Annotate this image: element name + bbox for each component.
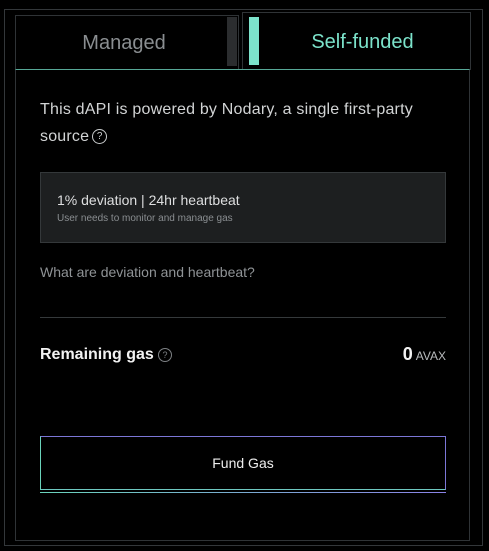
deviation-info-box: 1% deviation | 24hr heartbeat User needs…	[40, 172, 446, 243]
remaining-gas-value: 0 AVAX	[403, 344, 446, 365]
tab-managed[interactable]: Managed	[15, 15, 239, 69]
remaining-gas-label: Remaining gas	[40, 346, 154, 363]
deviation-heartbeat-text: 1% deviation | 24hr heartbeat	[57, 192, 240, 208]
dapi-description: This dAPI is powered by Nodary, a single…	[40, 96, 445, 150]
page: Managed Self-funded This dAPI is powered…	[0, 0, 489, 551]
remaining-gas-amount: 0	[402, 344, 413, 364]
tab-self-funded-label: Self-funded	[311, 31, 414, 53]
remaining-gas-help-icon[interactable]: ?	[158, 348, 172, 362]
tab-self-funded[interactable]: Self-funded	[242, 12, 471, 70]
tab-self-funded-indicator	[249, 17, 259, 65]
remaining-gas-unit: AVAX	[415, 349, 446, 363]
tab-managed-label: Managed	[82, 32, 166, 54]
deviation-heartbeat-help-link[interactable]: What are deviation and heartbeat?	[40, 264, 255, 280]
question-mark-icon[interactable]: ?	[92, 129, 108, 144]
tab-managed-indicator	[227, 17, 237, 66]
divider	[40, 317, 446, 318]
fund-gas-button[interactable]: Fund Gas	[40, 436, 446, 490]
gas-management-note: User needs to monitor and manage gas	[57, 213, 233, 224]
fund-gas-button-underline	[40, 492, 446, 493]
